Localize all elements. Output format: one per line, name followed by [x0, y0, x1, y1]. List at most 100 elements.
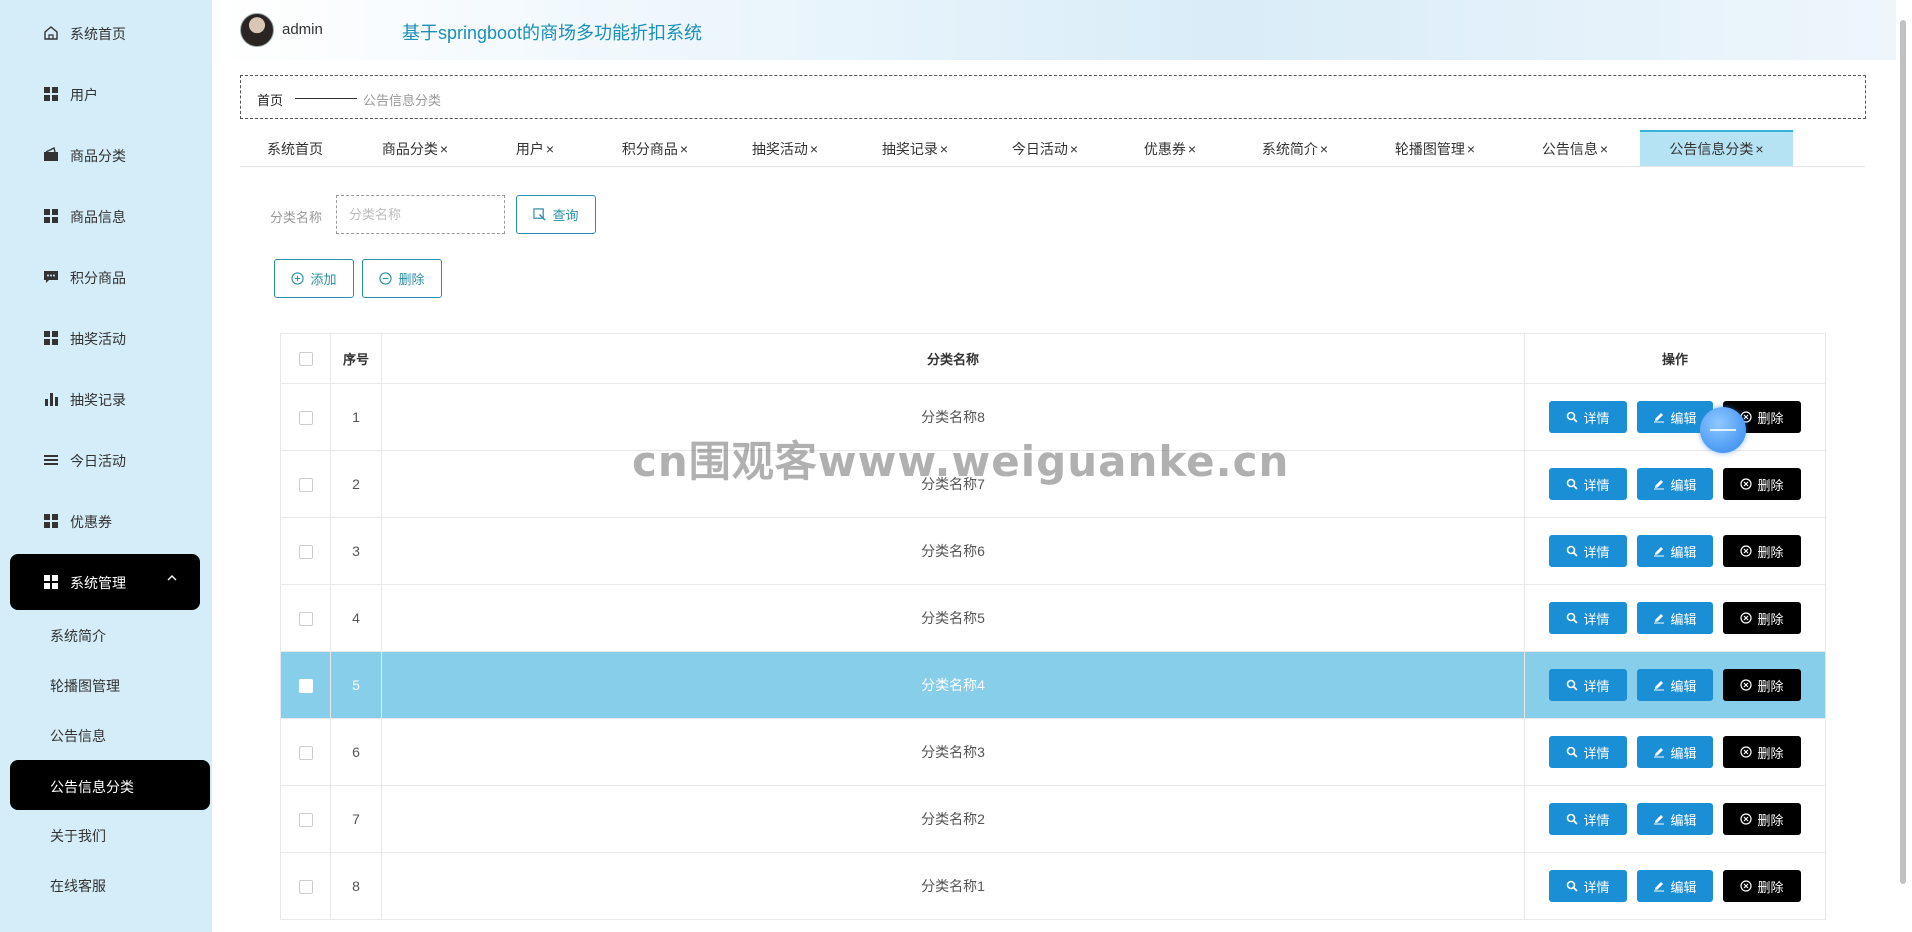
delete-button[interactable]: 删除: [1723, 602, 1801, 634]
sidebar-item-goods-info[interactable]: 商品信息: [10, 191, 200, 241]
row-checkbox[interactable]: [298, 478, 313, 493]
close-circle-icon: [1740, 679, 1753, 691]
grid-icon: [44, 209, 58, 223]
tab-users[interactable]: 用户 ×: [480, 130, 590, 164]
floating-assist-ball[interactable]: [1700, 407, 1746, 453]
select-all-cell: [280, 333, 331, 384]
close-icon[interactable]: ×: [1320, 141, 1328, 157]
row-checkbox[interactable]: [298, 545, 313, 560]
select-all-checkbox[interactable]: [298, 352, 313, 367]
detail-button[interactable]: 详情: [1549, 602, 1627, 634]
edit-button[interactable]: 编辑: [1637, 870, 1713, 902]
sidebar-item-lottery-records[interactable]: 抽奖记录: [10, 374, 200, 424]
row-checkbox[interactable]: [298, 679, 313, 694]
username[interactable]: admin: [282, 21, 323, 38]
detail-button[interactable]: 详情: [1549, 401, 1627, 433]
detail-button[interactable]: 详情: [1549, 736, 1627, 768]
edit-button[interactable]: 编辑: [1637, 736, 1713, 768]
close-icon[interactable]: ×: [1755, 141, 1763, 157]
row-ops-group: 详情 编辑 删除: [1525, 870, 1825, 902]
table-row[interactable]: 4 分类名称5 详情 编辑 删除: [280, 584, 1826, 652]
sidebar-subitem-label: 公告信息: [50, 728, 106, 744]
minus-circle-icon: [379, 272, 393, 285]
tab-system-intro[interactable]: 系统简介 ×: [1230, 130, 1360, 164]
sidebar-item-points-goods[interactable]: 积分商品: [10, 252, 200, 302]
edit-button[interactable]: 编辑: [1637, 669, 1713, 701]
sidebar-subitem-about-us[interactable]: 关于我们: [10, 810, 210, 860]
tab-home[interactable]: 系统首页: [240, 130, 350, 164]
tab-notice-category[interactable]: 公告信息分类 ×: [1640, 130, 1793, 166]
delete-button[interactable]: 删除: [1723, 736, 1801, 768]
row-checkbox[interactable]: [298, 612, 313, 627]
sidebar-item-coupons[interactable]: 优惠券: [10, 496, 200, 546]
search-input[interactable]: [336, 195, 505, 234]
sidebar-subitem-carousel[interactable]: 轮播图管理: [10, 660, 210, 710]
query-button[interactable]: 查询: [516, 195, 596, 234]
pencil-icon: [1654, 748, 1665, 758]
row-ops-group: 详情 编辑 删除: [1525, 468, 1825, 500]
sidebar-subitem-notice-category[interactable]: 公告信息分类: [10, 760, 210, 810]
row-ops-group: 详情 编辑 删除: [1525, 803, 1825, 835]
close-icon[interactable]: ×: [940, 141, 948, 157]
edit-button[interactable]: 编辑: [1637, 468, 1713, 500]
row-checkbox[interactable]: [298, 746, 313, 761]
row-ops: 详情 编辑 删除: [1524, 651, 1826, 719]
sidebar-item-lottery[interactable]: 抽奖活动: [10, 313, 200, 363]
table-row[interactable]: 3 分类名称6 详情 编辑 删除: [280, 517, 1826, 585]
delete-button[interactable]: 删除: [1723, 535, 1801, 567]
detail-button[interactable]: 详情: [1549, 803, 1627, 835]
sidebar-item-today-activity[interactable]: 今日活动: [10, 435, 200, 485]
add-button[interactable]: 添加: [274, 259, 354, 298]
row-checkbox[interactable]: [298, 880, 313, 895]
tab-notice[interactable]: 公告信息 ×: [1510, 130, 1640, 164]
sidebar-subitem-label: 轮播图管理: [50, 678, 120, 694]
vertical-scrollbar[interactable]: [1900, 20, 1906, 884]
table-row[interactable]: 8 分类名称1 详情 编辑 删除: [280, 852, 1826, 920]
edit-button[interactable]: 编辑: [1637, 803, 1713, 835]
detail-button[interactable]: 详情: [1549, 669, 1627, 701]
close-icon[interactable]: ×: [1188, 141, 1196, 157]
close-icon[interactable]: ×: [1070, 141, 1078, 157]
tab-today-activity[interactable]: 今日活动 ×: [980, 130, 1110, 164]
tab-points-goods[interactable]: 积分商品 ×: [590, 130, 720, 164]
table-row[interactable]: 7 分类名称2 详情 编辑 删除: [280, 785, 1826, 853]
close-icon[interactable]: ×: [546, 141, 554, 157]
edit-button[interactable]: 编辑: [1637, 602, 1713, 634]
table-row[interactable]: 5 分类名称4 详情 编辑 删除: [280, 651, 1826, 719]
delete-button[interactable]: 删除: [1723, 803, 1801, 835]
close-icon[interactable]: ×: [680, 141, 688, 157]
sidebar-item-label: 系统管理: [70, 575, 126, 591]
detail-button[interactable]: 详情: [1549, 870, 1627, 902]
row-check-cell: [280, 785, 331, 853]
table-row[interactable]: 1 分类名称8 详情 编辑 删除: [280, 383, 1826, 451]
sidebar-item-system-management[interactable]: 系统管理: [10, 554, 200, 610]
row-checkbox[interactable]: [298, 813, 313, 828]
detail-button[interactable]: 详情: [1549, 468, 1627, 500]
table-row[interactable]: 6 分类名称3 详情 编辑 删除: [280, 718, 1826, 786]
delete-button[interactable]: 删除: [1723, 669, 1801, 701]
tab-goods-category[interactable]: 商品分类 ×: [350, 130, 480, 164]
tab-coupons[interactable]: 优惠券 ×: [1110, 130, 1230, 164]
tab-lottery[interactable]: 抽奖活动 ×: [720, 130, 850, 164]
close-icon[interactable]: ×: [1600, 141, 1608, 157]
close-icon[interactable]: ×: [1467, 141, 1475, 157]
sidebar-item-goods-category[interactable]: 商品分类: [10, 130, 200, 180]
sidebar-subitem-notice[interactable]: 公告信息: [10, 710, 210, 760]
row-checkbox[interactable]: [298, 411, 313, 426]
table-row[interactable]: 2 分类名称7 详情 编辑 删除: [280, 450, 1826, 518]
delete-button[interactable]: 删除: [1723, 870, 1801, 902]
breadcrumb-home[interactable]: 首页: [257, 90, 283, 109]
sidebar-subitem-online-service[interactable]: 在线客服: [10, 860, 210, 910]
sidebar-item-users[interactable]: 用户: [10, 69, 200, 119]
sidebar-subitem-system-intro[interactable]: 系统简介: [10, 610, 210, 660]
tab-lottery-records[interactable]: 抽奖记录 ×: [850, 130, 980, 164]
avatar[interactable]: [240, 13, 274, 47]
batch-delete-button[interactable]: 删除: [362, 259, 442, 298]
delete-button[interactable]: 删除: [1723, 468, 1801, 500]
sidebar-item-home[interactable]: 系统首页: [10, 8, 200, 58]
detail-button[interactable]: 详情: [1549, 535, 1627, 567]
close-icon[interactable]: ×: [440, 141, 448, 157]
tab-carousel[interactable]: 轮播图管理 ×: [1360, 130, 1510, 164]
close-icon[interactable]: ×: [810, 141, 818, 157]
edit-button[interactable]: 编辑: [1637, 535, 1713, 567]
